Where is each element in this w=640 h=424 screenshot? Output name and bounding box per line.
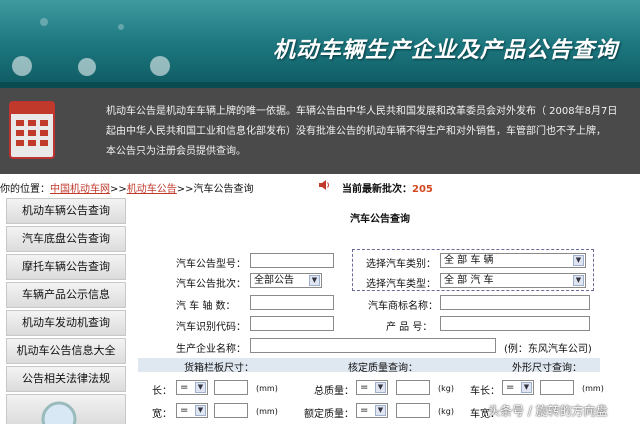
cargo-width-label: 宽： [152,409,172,420]
speaker-icon [319,180,329,190]
outer-size-heading: 外形尺寸查询： [512,363,582,374]
vin-label: 汽车识别代码： [176,322,246,333]
sidebar-item-info-collection[interactable]: 机动车公告信息大全 [6,338,126,364]
chevron-down-icon: ▼ [521,382,532,393]
product-label: 产 品 号： [386,322,433,333]
notice-text: 机动车公告是机动车车辆上牌的唯一依据。车辆公告由中华人民共和国发展和改革委员会对… [106,102,634,162]
unit-kg: (kg) [438,407,454,416]
breadcrumb-link-home[interactable]: 中国机动车网 [50,184,110,195]
latest-batch-value: 205 [412,184,433,195]
page-title: 机动车辆生产企业及产品公告查询 [272,38,618,63]
breadcrumb-current: 汽车公告查询 [193,184,254,195]
unit-kg: (kg) [438,384,454,393]
notice-line: 起由中华人民共和国工业和信息化部发布）没有批准公告的机动车辆不得生产和对外销售，… [106,126,606,137]
chevron-down-icon: ▼ [195,405,206,416]
batch-select[interactable]: 全部公告 ▼ [250,273,322,288]
rated-mass-label: 额定质量： [304,409,354,420]
cargo-box-heading: 货箱栏板尺寸： [184,363,254,374]
operator-value: = [506,382,515,393]
latest-batch-label: 当前最新批次： [342,184,412,195]
maker-input[interactable] [250,338,496,353]
product-input[interactable] [440,316,590,331]
notice-bar: 机动车公告是机动车车辆上牌的唯一依据。车辆公告由中华人民共和国发展和改革委员会对… [0,88,640,174]
calendar-icon [9,101,55,159]
sidebar: 机动车辆公告查询 汽车底盘公告查询 摩托车辆公告查询 车辆产品公示信息 机动车发… [6,198,126,424]
mass-heading: 核定质量查询： [348,363,418,374]
notice-line: 本公告只为注册会员提供查询。 [106,146,246,157]
vin-input[interactable] [250,316,334,331]
operator-value: = [360,382,369,393]
maker-hint: (例：东风汽车公司) [504,344,592,355]
category-select-value: 全 部 车 辆 [444,255,494,266]
operator-value: = [360,405,369,416]
type-select-value: 全 部 汽 车 [444,275,494,286]
chevron-down-icon: ▼ [375,405,386,416]
car-length-operator[interactable]: = ▼ [502,380,534,395]
total-mass-operator[interactable]: = ▼ [356,380,388,395]
chevron-down-icon: ▼ [375,382,386,393]
magnifier-icon [41,401,77,424]
type-select[interactable]: 全 部 汽 车 ▼ [440,273,586,288]
brand-label: 汽车商标名称： [368,301,438,312]
brand-input[interactable] [440,295,590,310]
type-label: 选择汽车类型： [366,279,436,290]
chevron-down-icon: ▼ [195,382,206,393]
header-banner: 机动车辆生产企业及产品公告查询 [0,0,640,88]
breadcrumb-prefix: 你的位置： [0,184,50,195]
dimension-section-header: 货箱栏板尺寸： 核定质量查询： 外形尺寸查询： [138,358,600,374]
cargo-length-label: 长： [152,386,172,397]
model-input[interactable] [250,253,334,268]
latest-batch: 当前最新批次：205 [342,180,433,195]
sidebar-item-laws[interactable]: 公告相关法律法规 [6,366,126,392]
batch-label: 汽车公告批次： [176,279,246,290]
total-mass-label: 总质量： [314,386,354,397]
breadcrumb-link-announcement[interactable]: 机动车公告 [127,184,177,195]
operator-value: = [180,382,189,393]
sidebar-item-chassis-query[interactable]: 汽车底盘公告查询 [6,226,126,252]
unit-mm: (mm) [256,384,278,393]
breadcrumb: 你的位置：中国机动车网>>机动车公告>>汽车公告查询 当前最新批次：205 [0,178,640,195]
batch-select-value: 全部公告 [254,275,294,286]
breadcrumb-separator: >> [110,184,127,195]
unit-mm: (mm) [582,384,604,393]
breadcrumb-separator: >> [176,184,194,195]
maker-label: 生产企业名称： [176,344,246,355]
chevron-down-icon: ▼ [573,255,584,266]
category-select[interactable]: 全 部 车 辆 ▼ [440,253,586,268]
form-title: 汽车公告查询 [350,214,410,225]
banner-decoration [0,0,200,88]
rated-mass-operator[interactable]: = ▼ [356,403,388,418]
total-mass-input[interactable] [396,380,430,395]
axles-input[interactable] [250,295,334,310]
chevron-down-icon: ▼ [309,275,320,286]
model-label: 汽车公告型号： [176,259,246,270]
chevron-down-icon: ▼ [573,275,584,286]
category-label: 选择汽车类别： [366,259,436,270]
sidebar-item-engine-query[interactable]: 机动车发动机查询 [6,310,126,336]
cargo-width-input[interactable] [214,403,248,418]
cargo-length-operator[interactable]: = ▼ [176,380,208,395]
sidebar-magnifier [6,394,126,424]
sidebar-item-motorcycle-query[interactable]: 摩托车辆公告查询 [6,254,126,280]
unit-mm: (mm) [256,407,278,416]
car-length-input[interactable] [540,380,574,395]
car-length-label: 车长： [470,386,500,397]
cargo-width-operator[interactable]: = ▼ [176,403,208,418]
notice-line: 机动车公告是机动车车辆上牌的唯一依据。车辆公告由中华人民共和国发展和改革委员会对… [106,106,618,117]
sidebar-item-vehicle-query[interactable]: 机动车辆公告查询 [6,198,126,224]
rated-mass-input[interactable] [396,403,430,418]
cargo-length-input[interactable] [214,380,248,395]
sidebar-item-product-info[interactable]: 车辆产品公示信息 [6,282,126,308]
operator-value: = [180,405,189,416]
watermark: 头条号 / 旋转的方向盘 [488,404,608,418]
axles-label: 汽 车 轴 数： [176,301,236,312]
